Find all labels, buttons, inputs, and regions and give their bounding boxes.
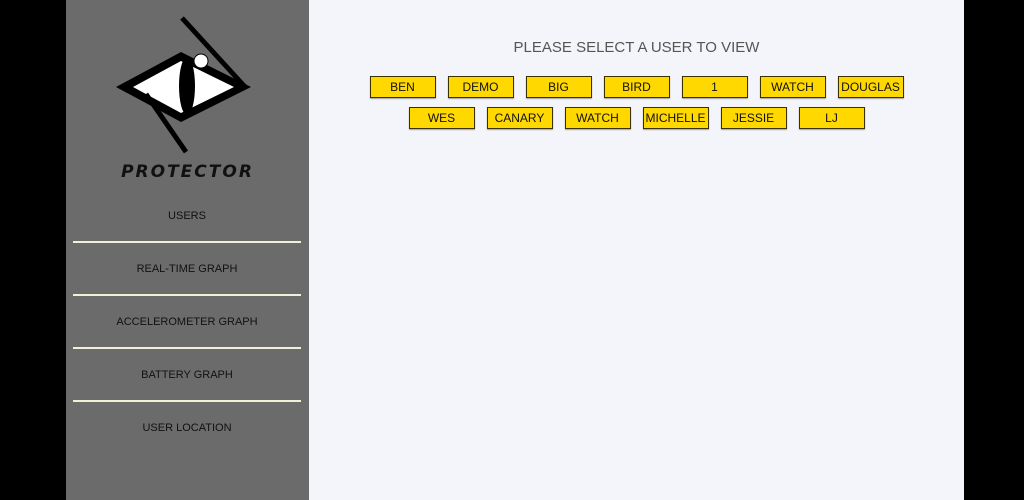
user-button-michelle[interactable]: MICHELLE [642,107,709,129]
sidebar-nav: USERS REAL-TIME GRAPH ACCELEROMETER GRAP… [73,190,301,453]
page-title: PLEASE SELECT A USER TO VIEW [513,39,760,56]
user-button-douglas[interactable]: DOUGLAS [837,76,904,98]
user-button-demo[interactable]: DEMO [447,76,514,98]
user-button-jessie[interactable]: JESSIE [720,107,787,129]
main-content: PLEASE SELECT A USER TO VIEW BEN DEMO BI… [309,0,964,500]
user-button-ben[interactable]: BEN [369,76,436,98]
user-button-1[interactable]: 1 [681,76,748,98]
protector-logo-icon [106,14,266,184]
user-button-list: BEN DEMO BIG BIRD 1 WATCH DOUGLAS WES CA… [359,76,914,129]
user-button-bird[interactable]: BIRD [603,76,670,98]
sidebar-item-battery-graph[interactable]: BATTERY GRAPH [73,349,301,402]
sidebar: PROTECTOR USERS REAL-TIME GRAPH ACCELERO… [66,0,309,500]
sidebar-item-user-location[interactable]: USER LOCATION [73,402,301,453]
brand-name: PROTECTOR [121,162,254,182]
sidebar-item-real-time-graph[interactable]: REAL-TIME GRAPH [73,243,301,296]
user-button-canary[interactable]: CANARY [486,107,553,129]
sidebar-item-accelerometer-graph[interactable]: ACCELEROMETER GRAPH [73,296,301,349]
user-button-wes[interactable]: WES [408,107,475,129]
user-button-watch[interactable]: WATCH [759,76,826,98]
user-button-lj[interactable]: LJ [798,107,865,129]
user-button-watch-2[interactable]: WATCH [564,107,631,129]
sidebar-item-users[interactable]: USERS [73,190,301,243]
user-button-big[interactable]: BIG [525,76,592,98]
